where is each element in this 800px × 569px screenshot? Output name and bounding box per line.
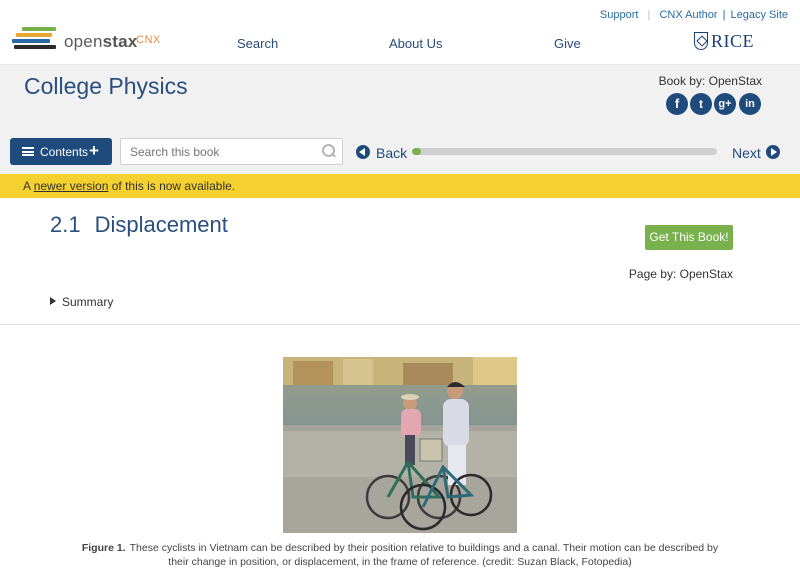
legacy-site-link[interactable]: Legacy Site (731, 9, 788, 21)
utility-links: Support | CNX Author | Legacy Site (599, 9, 788, 21)
rice-logo[interactable]: RICE (694, 31, 754, 54)
search-book-input[interactable] (120, 138, 343, 165)
get-this-book-button[interactable]: Get This Book! (645, 225, 733, 250)
next-button[interactable]: Next (732, 145, 761, 161)
cnx-author-link[interactable]: CNX Author (659, 9, 717, 21)
section-title: Displacement (94, 212, 228, 237)
list-icon (22, 147, 34, 156)
linkedin-icon[interactable]: in (739, 93, 761, 115)
logo-wordmark: openstax (64, 32, 138, 51)
facebook-icon[interactable]: f (666, 93, 688, 115)
twitter-icon[interactable]: t (690, 93, 712, 115)
content-divider (0, 324, 800, 325)
nav-give[interactable]: Give (554, 36, 581, 51)
book-progress-bar (412, 148, 717, 155)
book-title[interactable]: College Physics (24, 73, 188, 100)
nav-search[interactable]: Search (237, 36, 278, 51)
contents-button[interactable]: Contents + (10, 138, 112, 165)
back-button[interactable]: Back (376, 145, 407, 161)
rice-shield-icon (694, 32, 708, 50)
cyclists-figure-image (283, 357, 517, 533)
book-progress-fill (412, 148, 422, 155)
plus-icon: + (89, 141, 99, 160)
back-arrow-icon[interactable] (356, 145, 370, 159)
newer-version-link[interactable]: newer version (34, 179, 109, 193)
google-plus-icon[interactable]: g+ (714, 93, 736, 115)
openstax-cnx-logo[interactable]: openstax CNX (12, 25, 172, 55)
next-arrow-icon[interactable] (766, 145, 780, 159)
section-number: 2.1 (50, 212, 81, 237)
caret-right-icon (50, 297, 56, 305)
summary-toggle[interactable]: Summary (50, 295, 113, 309)
newer-version-notice: A newer version of this is now available… (0, 174, 800, 198)
page-by: Page by: OpenStax (628, 267, 733, 281)
nav-about-us[interactable]: About Us (389, 36, 442, 51)
top-bar: openstax CNX Support | CNX Author | Lega… (0, 0, 800, 64)
search-icon[interactable] (322, 144, 336, 158)
book-header: College Physics Book by: OpenStax f t g+… (0, 64, 800, 174)
figure-label: Figure 1. (81, 542, 126, 554)
logo-cnx-suffix: CNX (136, 34, 161, 46)
book-by: Book by: OpenStax (658, 74, 762, 88)
logo-stack-icon (12, 25, 58, 53)
page-title: 2.1 Displacement (50, 212, 228, 238)
figure-caption: Figure 1. These cyclists in Vietnam can b… (81, 542, 719, 568)
support-link[interactable]: Support (600, 9, 639, 21)
